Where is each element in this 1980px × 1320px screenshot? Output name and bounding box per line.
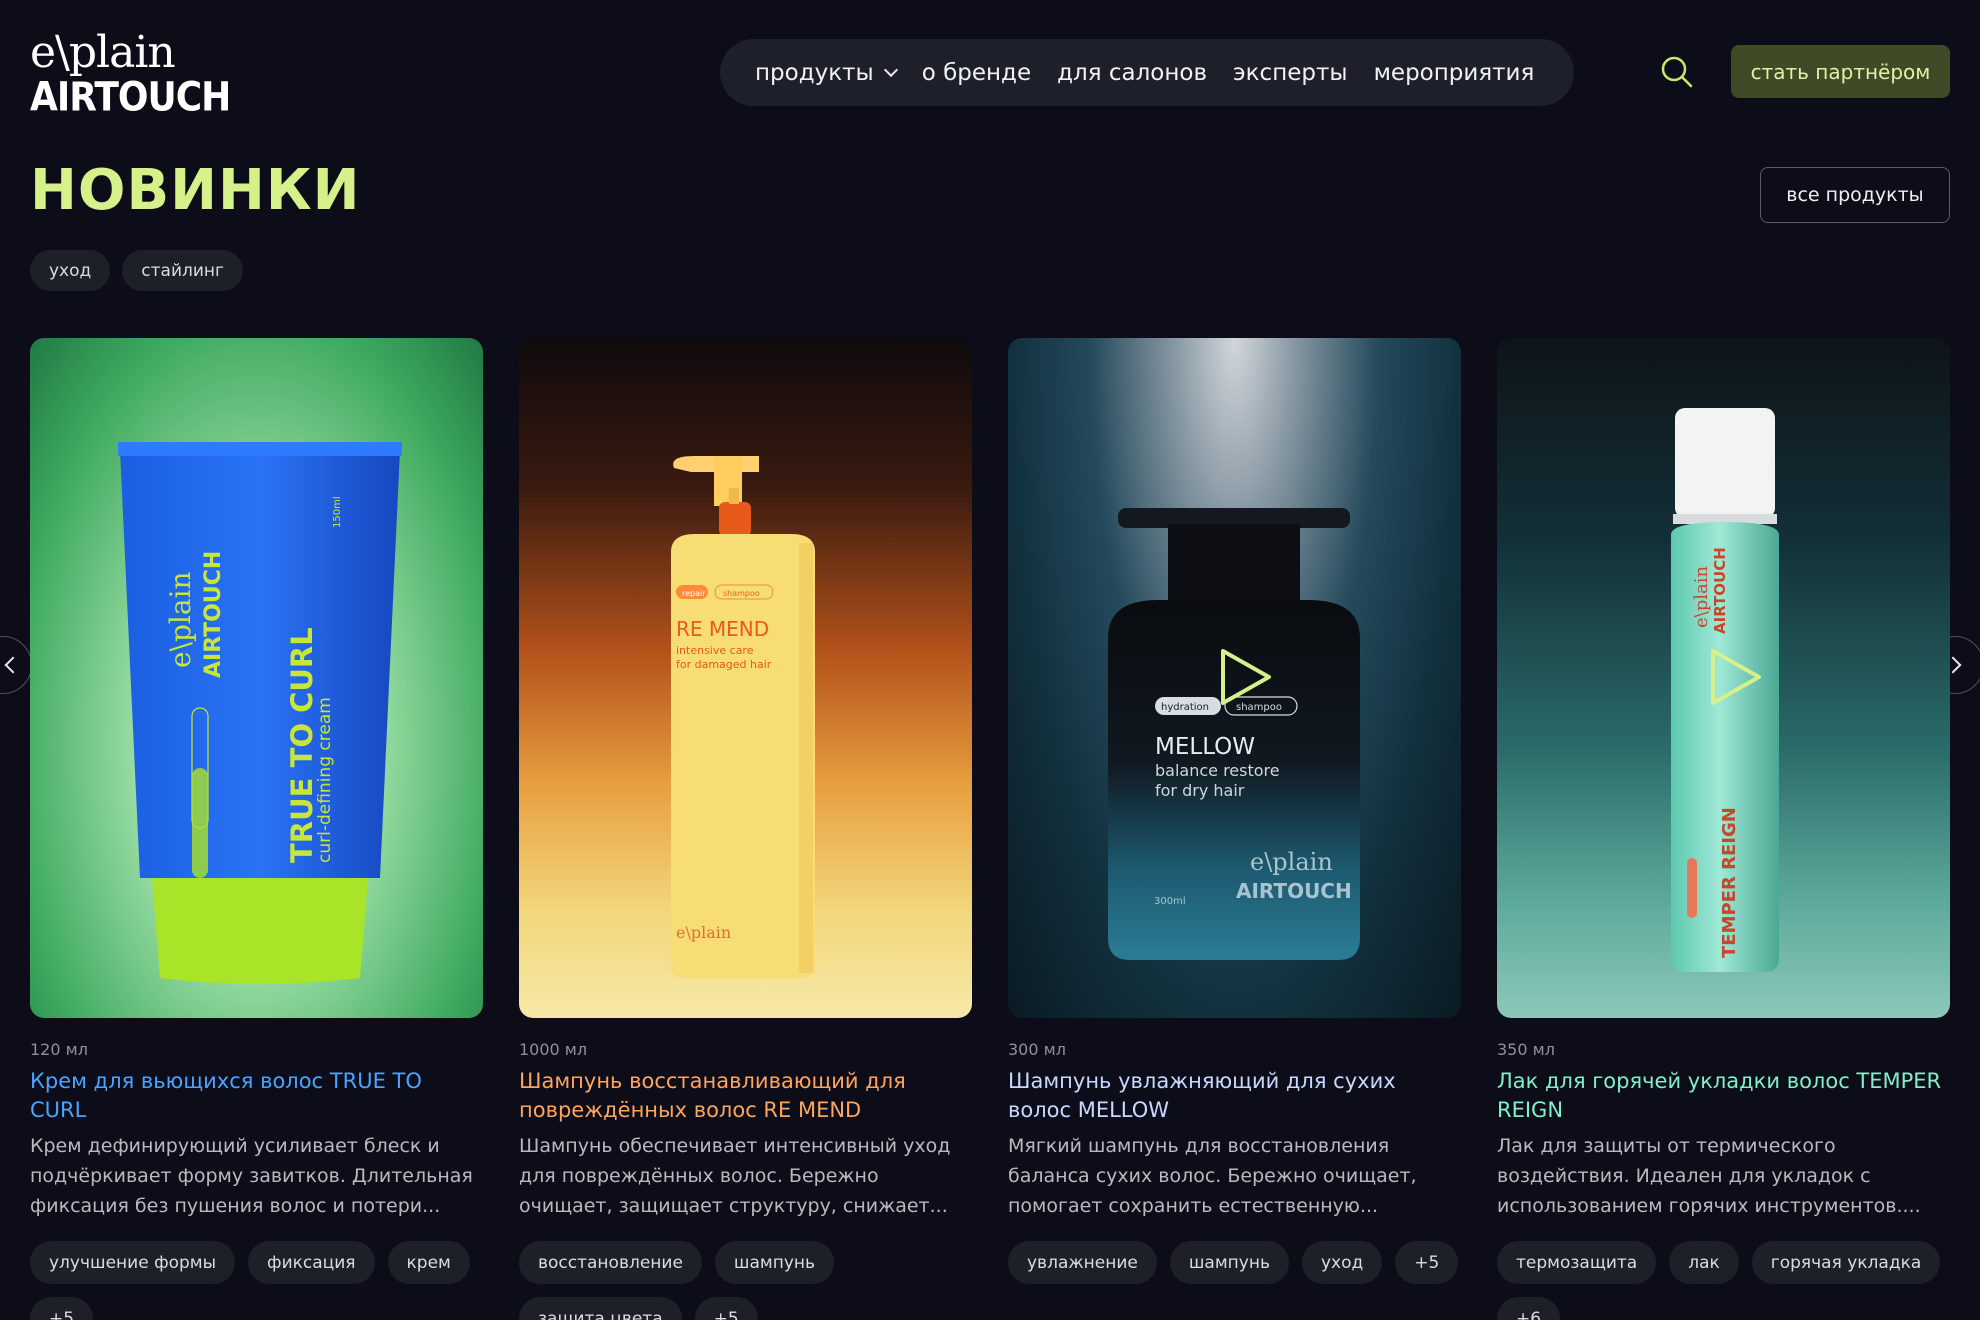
tag-chip[interactable]: уход (1301, 1241, 1383, 1284)
package-size: 300ml (1154, 896, 1186, 907)
product-title[interactable]: Шампунь восстанавливающий для повреждённ… (519, 1067, 972, 1125)
package-badge-repair: repair (682, 589, 706, 598)
product-image[interactable]: hydration shampoo MELLOW balance restore… (1008, 338, 1461, 1018)
product-tags: улучшение формы фиксация крем +5 (30, 1241, 483, 1320)
product-tags: увлажнение шампунь уход +5 (1008, 1241, 1461, 1284)
filter-chip-care[interactable]: уход (30, 250, 111, 291)
nav-item-about-brand[interactable]: о бренде (922, 60, 1031, 86)
package-brand: e\plain (1250, 848, 1333, 876)
package-badge-shampoo: shampoo (723, 589, 760, 598)
logo-bottom-text: AIRTOUCH (30, 74, 231, 121)
product-description: Лак для защиты от термического воздейств… (1497, 1135, 1921, 1217)
product-image[interactable]: e\plain AIRTOUCH TEMPER REIGN (1497, 338, 1950, 1018)
product-volume: 1000 мл (519, 1040, 588, 1059)
product-image[interactable]: repair shampoo RE MEND intensive care fo… (519, 338, 972, 1018)
play-video-icon[interactable] (1705, 645, 1765, 709)
product-volume: 120 мл (30, 1040, 88, 1059)
tag-more-chip[interactable]: +6 (1497, 1297, 1561, 1320)
package-name: TEMPER REIGN (1719, 807, 1740, 958)
product-card[interactable]: hydration shampoo MELLOW balance restore… (1008, 338, 1461, 1284)
tag-more-chip[interactable]: +5 (1395, 1241, 1459, 1284)
nav-item-products[interactable]: продукты (755, 59, 898, 86)
product-title[interactable]: Крем для вьющихся волос TRUE TO CURL (30, 1067, 483, 1125)
tag-chip[interactable]: лак (1669, 1241, 1739, 1284)
nav-item-events[interactable]: мероприятия (1374, 60, 1535, 86)
product-tags: восстановление шампунь защита цвета +5 (519, 1241, 972, 1320)
product-card[interactable]: e\plain AIRTOUCH TRUE TO CURL curl-defin… (30, 338, 483, 1320)
all-products-button[interactable]: все продукты (1760, 167, 1950, 223)
search-icon[interactable] (1660, 55, 1694, 89)
product-card[interactable]: repair shampoo RE MEND intensive care fo… (519, 338, 972, 1320)
package-brand: e\plain (1691, 566, 1712, 628)
tag-chip[interactable]: крем (387, 1241, 470, 1284)
category-filters: уход стайлинг (30, 250, 243, 291)
package-size: 150ml (332, 496, 343, 528)
tag-more-chip[interactable]: +5 (30, 1297, 94, 1320)
nav-item-for-salons[interactable]: для салонов (1057, 60, 1207, 86)
product-image[interactable]: e\plain AIRTOUCH TRUE TO CURL curl-defin… (30, 338, 483, 1018)
tag-chip[interactable]: термозащита (1497, 1241, 1657, 1284)
become-partner-button[interactable]: стать партнёром (1731, 45, 1950, 98)
main-nav: продукты о бренде для салонов эксперты м… (720, 39, 1574, 106)
tag-more-chip[interactable]: +5 (694, 1297, 758, 1320)
nav-item-experts[interactable]: эксперты (1233, 60, 1348, 86)
tag-chip[interactable]: шампунь (1169, 1241, 1289, 1284)
product-title[interactable]: Лак для горячей укладки волос TEMPER REI… (1497, 1067, 1950, 1125)
package-brand: e\plain (676, 923, 731, 942)
package-badge-hydration: hydration (1161, 702, 1209, 713)
package-sub2: for damaged hair (676, 658, 772, 671)
filter-chip-styling[interactable]: стайлинг (122, 250, 243, 291)
tag-chip[interactable]: улучшение формы (30, 1241, 236, 1284)
product-title[interactable]: Шампунь увлажняющий для сухих волос MELL… (1008, 1067, 1461, 1125)
package-line: AIRTOUCH (201, 551, 226, 678)
package-name: RE MEND (676, 617, 769, 641)
package-line: AIRTOUCH (1236, 879, 1352, 903)
logo-top-text: e\plain (30, 27, 176, 78)
product-description: Мягкий шампунь для восстановления баланс… (1008, 1135, 1417, 1217)
carousel-prev-button[interactable] (0, 636, 32, 694)
nav-item-label: продукты (755, 59, 874, 86)
product-description: Крем дефинирующий усиливает блеск и подч… (30, 1135, 473, 1217)
product-volume: 300 мл (1008, 1040, 1066, 1059)
chevron-left-icon (4, 656, 22, 674)
tag-chip[interactable]: горячая укладка (1751, 1241, 1941, 1284)
package-sub1: balance restore (1155, 761, 1280, 780)
tag-chip[interactable]: защита цвета (519, 1297, 682, 1320)
play-video-icon[interactable] (1215, 645, 1275, 709)
brand-logo[interactable]: e\plain AIRTOUCH (30, 27, 231, 121)
section-title: НОВИНКИ (30, 158, 361, 223)
package-sub1: intensive care (676, 644, 754, 657)
chevron-down-icon (883, 62, 898, 77)
product-description: Шампунь обеспечивает интенсивный уход дл… (519, 1135, 951, 1217)
tag-chip[interactable]: восстановление (519, 1241, 702, 1284)
package-sub2: for dry hair (1155, 781, 1245, 800)
package-name: TRUE TO CURL (285, 627, 319, 863)
product-tags: термозащита лак горячая укладка +6 (1497, 1241, 1950, 1320)
tag-chip[interactable]: фиксация (248, 1241, 375, 1284)
tag-chip[interactable]: увлажнение (1008, 1241, 1157, 1284)
package-name: MELLOW (1155, 734, 1255, 760)
product-card[interactable]: e\plain AIRTOUCH TEMPER REIGN 350 мл Лак… (1497, 338, 1950, 1320)
package-sub: curl-defining cream (315, 697, 335, 863)
package-brand: e\plain (164, 571, 197, 668)
package-line: AIRTOUCH (1711, 547, 1729, 634)
product-volume: 350 мл (1497, 1040, 1555, 1059)
tag-chip[interactable]: шампунь (714, 1241, 835, 1284)
